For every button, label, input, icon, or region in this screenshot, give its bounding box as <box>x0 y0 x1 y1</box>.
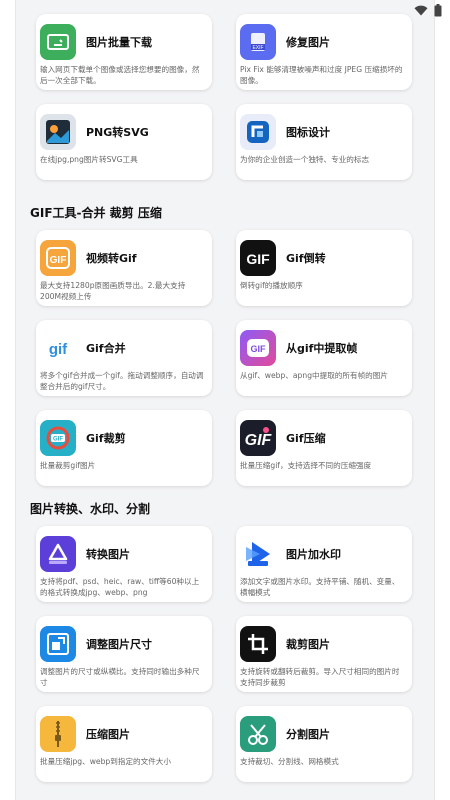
svg-text:gif: gif <box>49 341 68 358</box>
tool-card-png-to-svg[interactable]: PNG转SVG 在线jpg,png图片转SVG工具 <box>36 104 212 180</box>
card-title: 图片批量下载 <box>86 36 152 49</box>
compress-image-icon <box>40 716 76 752</box>
card-title: 裁剪图片 <box>286 638 330 651</box>
card-description: 在线jpg,png图片转SVG工具 <box>40 155 138 164</box>
svg-text:GIF: GIF <box>251 344 267 354</box>
card-title: 图标设计 <box>286 126 330 139</box>
logo-design-icon <box>240 114 276 150</box>
split-image-icon <box>240 716 276 752</box>
card-title: Gif压缩 <box>286 432 326 445</box>
tools-list[interactable]: 图片批量下载 输入网页下载单个图像或选择您想要的图像，然后一次全部下载。 EXI… <box>16 0 434 800</box>
tool-card-watermark[interactable]: 图片加水印 添加文字或图片水印。支持平铺、随机、变量、横幅模式 <box>236 526 412 602</box>
card-title: Gif合并 <box>86 342 126 355</box>
svg-text:GIF: GIF <box>246 251 270 267</box>
gif-crop-icon: GIF <box>40 420 76 456</box>
svg-text:GIF: GIF <box>50 255 67 266</box>
card-title: 转换图片 <box>86 548 130 561</box>
right-edge <box>434 0 450 800</box>
card-description: 支持裁切、分割线、网格模式 <box>240 757 339 766</box>
tool-card-batch-download[interactable]: 图片批量下载 输入网页下载单个图像或选择您想要的图像，然后一次全部下载。 <box>36 14 212 90</box>
card-title: 压缩图片 <box>86 728 130 741</box>
gif-compress-icon: GIF <box>240 420 276 456</box>
png-svg-icon <box>40 114 76 150</box>
svg-text:GIF: GIF <box>53 437 63 443</box>
tool-card-gif-crop[interactable]: GIF Gif裁剪 批量裁剪gif图片 <box>36 410 212 486</box>
card-title: 修复图片 <box>286 36 330 49</box>
image-download-icon <box>40 24 76 60</box>
card-title: 从gif中提取帧 <box>286 342 358 355</box>
tool-card-repair-image[interactable]: EXIF 修复图片 Pix Fix 能够清理被噪声和过度 JPEG 压缩损坏的图… <box>236 14 412 90</box>
status-bar <box>0 0 450 20</box>
card-description: 批量压缩gif，支持选择不同的压缩强度 <box>240 461 372 470</box>
wifi-icon <box>414 5 428 15</box>
resize-icon <box>40 626 76 662</box>
watermark-icon <box>240 536 276 572</box>
tool-card-gif-extract-frames[interactable]: GIF 从gif中提取帧 从gif、webp、apng中提取的所有帧的图片 <box>236 320 412 396</box>
svg-text:EXIF: EXIF <box>252 45 263 51</box>
card-description: 添加文字或图片水印。支持平铺、随机、变量、横幅模式 <box>240 577 400 597</box>
card-title: 调整图片尺寸 <box>86 638 152 651</box>
tool-card-gif-compress[interactable]: GIF Gif压缩 批量压缩gif，支持选择不同的压缩强度 <box>236 410 412 486</box>
video-to-gif-icon: GIF <box>40 240 76 276</box>
tool-card-gif-merge[interactable]: gif Gif合并 将多个gif合并成一个gif。拖动调整顺序，自动调整合并后的… <box>36 320 212 396</box>
section-title-gif: GIF工具-合并 裁剪 压缩 <box>30 206 162 220</box>
gif-reverse-icon: GIF <box>240 240 276 276</box>
tool-card-convert-image[interactable]: 转换图片 支持将pdf、psd、heic、raw、tiff等60种以上的格式转换… <box>36 526 212 602</box>
convert-tools-grid: 转换图片 支持将pdf、psd、heic、raw、tiff等60种以上的格式转换… <box>36 526 416 782</box>
card-title: Gif裁剪 <box>86 432 126 445</box>
card-description: 支持旋转或翻转后裁剪。导入尺寸相同的图片时支持同步裁剪 <box>240 667 400 687</box>
card-description: 从gif、webp、apng中提取的所有帧的图片 <box>240 371 388 380</box>
card-description: 批量压缩jpg、webp到指定的文件大小 <box>40 757 171 766</box>
tool-card-compress-image[interactable]: 压缩图片 批量压缩jpg、webp到指定的文件大小 <box>36 706 212 782</box>
tool-card-logo-design[interactable]: 图标设计 为你的企业创造一个独特、专业的标志 <box>236 104 412 180</box>
gif-merge-icon: gif <box>40 330 76 366</box>
card-title: PNG转SVG <box>86 126 149 139</box>
tool-card-split-image[interactable]: 分割图片 支持裁切、分割线、网格模式 <box>236 706 412 782</box>
gif-tools-grid: GIF 视频转Gif 最大支持1280p原图画质导出。2.最大支持200M视频上… <box>36 230 416 486</box>
card-description: 倒转gif的播放顺序 <box>240 281 303 290</box>
exif-repair-icon: EXIF <box>240 24 276 60</box>
tool-card-crop[interactable]: 裁剪图片 支持旋转或翻转后裁剪。导入尺寸相同的图片时支持同步裁剪 <box>236 616 412 692</box>
tool-card-resize[interactable]: 调整图片尺寸 调整图片的尺寸或纵横比。支持同时输出多种尺寸 <box>36 616 212 692</box>
card-title: 图片加水印 <box>286 548 341 561</box>
card-description: 调整图片的尺寸或纵横比。支持同时输出多种尺寸 <box>40 667 200 687</box>
card-description: 将多个gif合并成一个gif。拖动调整顺序，自动调整合并后的gif尺寸。 <box>40 371 204 391</box>
tool-card-gif-reverse[interactable]: GIF Gif倒转 倒转gif的播放顺序 <box>236 230 412 306</box>
card-title: 分割图片 <box>286 728 330 741</box>
crop-icon <box>240 626 276 662</box>
card-title: Gif倒转 <box>286 252 326 265</box>
gif-extract-frames-icon: GIF <box>240 330 276 366</box>
section-title-convert: 图片转换、水印、分割 <box>30 502 151 516</box>
card-description: 批量裁剪gif图片 <box>40 461 96 470</box>
tool-card-video-to-gif[interactable]: GIF 视频转Gif 最大支持1280p原图画质导出。2.最大支持200M视频上… <box>36 230 212 306</box>
card-description: 支持将pdf、psd、heic、raw、tiff等60种以上的格式转换成jpg、… <box>40 577 200 597</box>
card-description: Pix Fix 能够清理被噪声和过度 JPEG 压缩损坏的图像。 <box>240 65 403 85</box>
image-tools-grid: 图片批量下载 输入网页下载单个图像或选择您想要的图像，然后一次全部下载。 EXI… <box>36 14 416 180</box>
card-description: 最大支持1280p原图画质导出。2.最大支持200M视频上传 <box>40 281 186 301</box>
card-description: 输入网页下载单个图像或选择您想要的图像，然后一次全部下载。 <box>40 65 200 85</box>
card-description: 为你的企业创造一个独特、专业的标志 <box>240 155 370 164</box>
card-title: 视频转Gif <box>86 252 137 265</box>
svg-text:GIF: GIF <box>245 432 273 449</box>
left-edge <box>0 0 16 800</box>
convert-image-icon <box>40 536 76 572</box>
battery-icon <box>434 3 442 16</box>
